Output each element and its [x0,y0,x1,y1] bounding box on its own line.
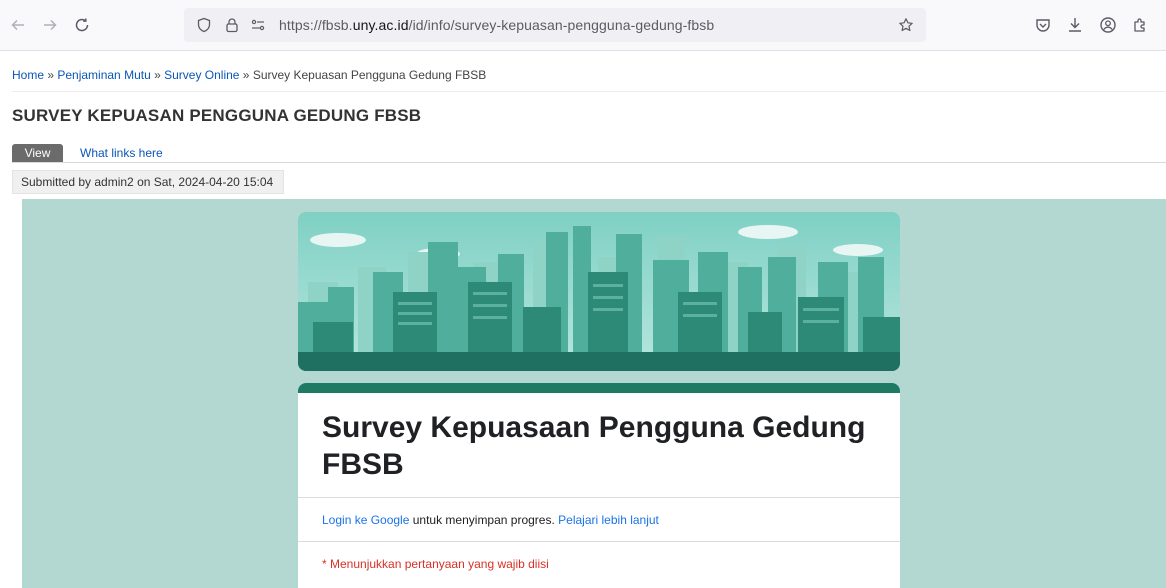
breadcrumb-home-link[interactable]: Home [12,68,44,82]
divider [12,162,1166,163]
browser-toolbar: https://fbsb.uny.ac.id/id/info/survey-ke… [0,0,1166,51]
breadcrumb-separator: » [239,68,253,82]
form-title: Survey Kepuasaan Pengguna Gedung FBSB [322,411,866,481]
submitted-info: Submitted by admin2 on Sat, 2024-04-20 1… [12,170,284,194]
tab-view[interactable]: View [12,144,63,162]
breadcrumb: Home » Penjaminan Mutu » Survey Online »… [12,68,486,82]
divider [298,541,900,542]
permissions-icon[interactable] [250,17,266,33]
divider [298,497,900,498]
star-icon[interactable] [898,17,914,33]
login-google-link[interactable]: Login ke Google [322,513,409,527]
login-notice-text: untuk menyimpan progres. [409,513,559,527]
breadcrumb-separator: » [150,68,165,82]
url-bar[interactable]: https://fbsb.uny.ac.id/id/info/survey-ke… [184,8,926,42]
breadcrumb-current: Survey Kepuasan Pengguna Gedung FBSB [252,68,487,82]
lock-icon[interactable] [224,17,240,33]
download-icon[interactable] [1063,13,1087,37]
required-note: * Menunjukkan pertanyaan yang wajib diis… [322,557,549,571]
extensions-icon[interactable] [1128,13,1152,37]
form-header-image [298,212,900,371]
divider [12,91,1166,92]
forward-arrow-icon[interactable] [38,13,62,37]
page-title: SURVEY KEPUASAN PENGGUNA GEDUNG FBSB [12,106,422,125]
tab-what-links-here[interactable]: What links here [80,144,163,162]
url-text[interactable]: https://fbsb.uny.ac.id/id/info/survey-ke… [279,17,714,33]
shield-icon[interactable] [196,17,212,33]
login-notice: Login ke Google untuk menyimpan progres.… [322,513,659,527]
breadcrumb-separator: » [44,68,58,82]
reload-icon[interactable] [70,13,94,37]
learn-more-link[interactable]: Pelajari lebih lanjut [558,513,659,527]
pocket-icon[interactable] [1031,13,1055,37]
back-arrow-icon[interactable] [6,13,30,37]
form-accent-bar [298,383,900,393]
account-icon[interactable] [1096,13,1120,37]
breadcrumb-penjaminan-mutu-link[interactable]: Penjaminan Mutu [57,68,150,82]
breadcrumb-survey-online-link[interactable]: Survey Online [164,68,239,82]
form-header-card: Survey Kepuasaan Pengguna Gedung FBSB Lo… [298,383,900,588]
